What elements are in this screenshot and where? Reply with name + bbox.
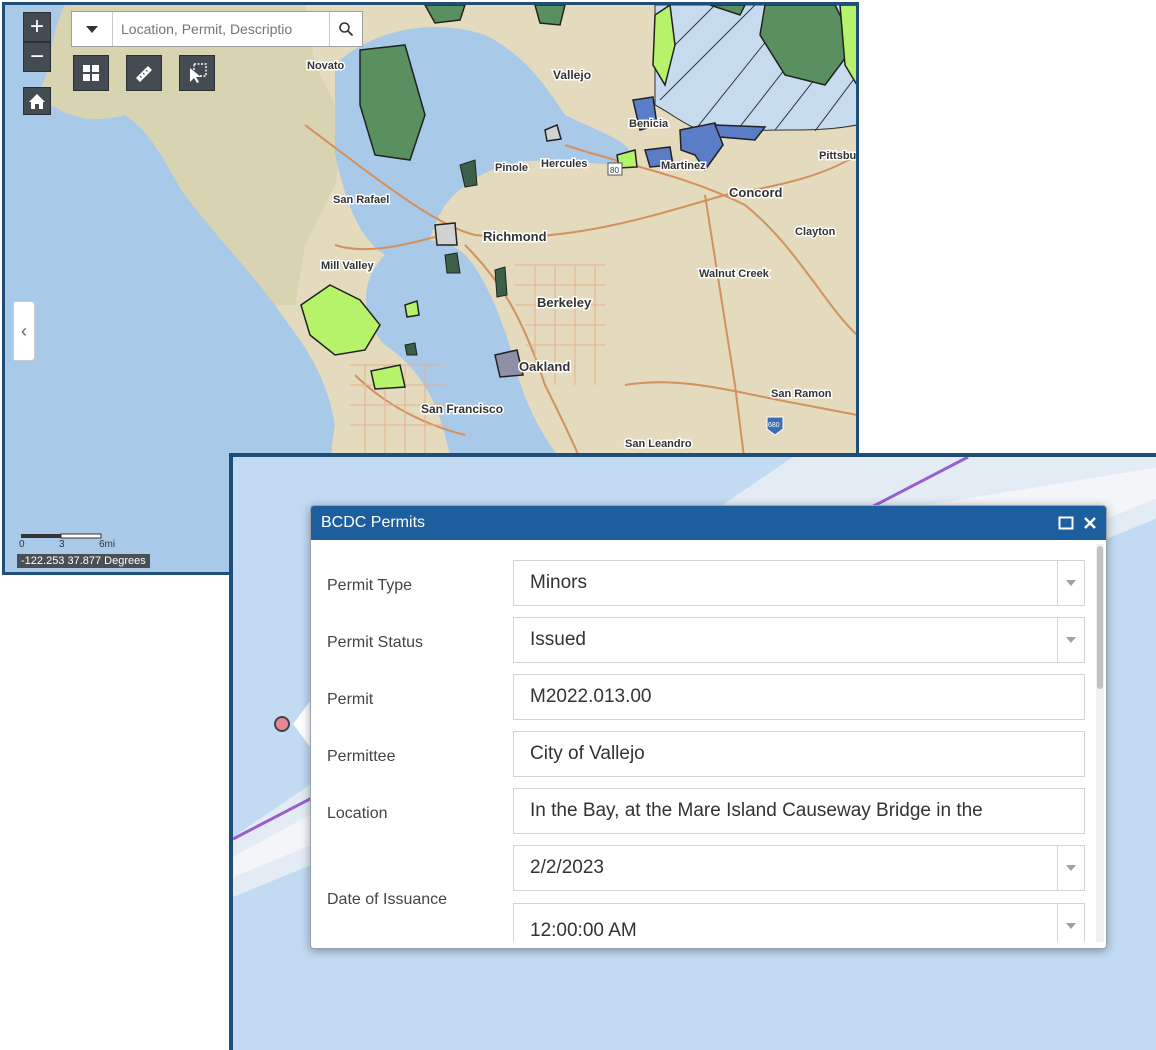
search-icon (339, 22, 354, 37)
popup-scrollbar-thumb[interactable] (1097, 546, 1103, 689)
permit-type-value: Minors (530, 572, 588, 593)
label-san-rafael: San Rafael (333, 194, 389, 206)
caret-down-icon (86, 26, 98, 33)
route-80-label: 80 (610, 166, 619, 175)
location-value: In the Bay, at the Mare Island Causeway … (530, 800, 983, 821)
issuance-time-value: 12:00:00 AM (530, 920, 637, 941)
location-field[interactable]: In the Bay, at the Mare Island Causeway … (513, 788, 1085, 834)
label-location: Location (327, 805, 388, 822)
label-date-of-issuance: Date of Issuance (327, 891, 448, 908)
home-icon (29, 94, 45, 109)
issuance-date-picker[interactable]: 2/2/2023 (513, 845, 1085, 891)
measure-button[interactable] (126, 55, 162, 91)
search-button[interactable] (329, 12, 362, 46)
chevron-down-icon (1066, 580, 1076, 586)
scalebar-tick-0: 0 (19, 539, 25, 547)
permit-type-select[interactable]: Minors (513, 560, 1085, 606)
label-permit-status: Permit Status (327, 634, 424, 651)
permit-field[interactable]: M2022.013.00 (513, 674, 1085, 720)
label-benicia: Benicia (629, 118, 669, 130)
label-hercules: Hercules (541, 158, 587, 170)
coordinate-readout: -122.253 37.877 Degrees (17, 554, 150, 568)
zoom-out-button[interactable]: − (23, 42, 51, 72)
popup-title: BCDC Permits (321, 514, 426, 531)
scalebar-tick-2: 6mi (99, 539, 115, 547)
label-vallejo: Vallejo (553, 68, 591, 82)
label-permittee: Permittee (327, 748, 396, 765)
permit-value: M2022.013.00 (530, 686, 652, 707)
panel-collapse-tab[interactable]: ‹ (13, 301, 35, 361)
scalebar-tick-1: 3 (59, 539, 65, 547)
popup-pointer (293, 700, 311, 748)
permit-status-select[interactable]: Issued (513, 617, 1085, 663)
label-san-ramon: San Ramon (771, 388, 832, 400)
permittee-field[interactable]: City of Vallejo (513, 731, 1085, 777)
label-permit-type: Permit Type (327, 577, 413, 594)
basemap-gallery-button[interactable] (73, 55, 109, 91)
zoom-in-button[interactable]: + (23, 12, 51, 42)
select-icon (190, 63, 207, 83)
label-san-leandro: San Leandro (625, 438, 692, 450)
label-clayton: Clayton (795, 226, 836, 238)
permit-status-value: Issued (530, 629, 586, 650)
basemap-gallery-icon (83, 65, 99, 81)
popup-bottom-fade (311, 942, 1106, 948)
issuance-date-dropdown-toggle[interactable] (1057, 846, 1084, 890)
chevron-down-icon (1066, 923, 1076, 929)
issuance-date-value: 2/2/2023 (530, 857, 604, 878)
permittee-value: City of Vallejo (530, 743, 645, 764)
permit-point-marker[interactable] (274, 716, 290, 732)
label-oakland: Oakland (519, 359, 570, 374)
label-pittsburg: Pittsbu (819, 150, 856, 162)
popup-header: BCDC Permits (311, 506, 1106, 540)
label-novato: Novato (307, 60, 345, 72)
home-button[interactable] (23, 87, 51, 115)
label-concord: Concord (729, 185, 783, 200)
select-button[interactable] (179, 55, 215, 91)
permit-type-dropdown-toggle[interactable] (1057, 561, 1084, 605)
measure-icon (136, 66, 152, 82)
label-san-francisco: San Francisco (421, 402, 503, 416)
label-berkeley: Berkeley (537, 295, 592, 310)
maximize-icon[interactable] (1058, 516, 1074, 530)
label-pinole: Pinole (495, 162, 528, 174)
search-input[interactable] (113, 21, 329, 37)
label-permit: Permit (327, 691, 374, 708)
label-walnut-creek: Walnut Creek (699, 268, 770, 280)
route-680-label: 680 (768, 422, 780, 429)
chevron-down-icon (1066, 865, 1076, 871)
chevron-down-icon (1066, 637, 1076, 643)
label-martinez: Martinez (661, 160, 706, 172)
permit-status-dropdown-toggle[interactable] (1057, 618, 1084, 662)
popup-body: Permit Type Minors Permit Status Issued … (311, 540, 1106, 948)
search-source-dropdown[interactable] (72, 12, 113, 46)
chevron-left-icon: ‹ (21, 320, 27, 341)
label-richmond: Richmond (483, 229, 547, 244)
permit-popup[interactable]: BCDC Permits Permit Type Minors Permit S… (310, 505, 1107, 949)
label-mill-valley: Mill Valley (321, 260, 374, 272)
close-icon[interactable] (1082, 515, 1098, 531)
search-box[interactable] (71, 11, 363, 47)
popup-actions (1058, 515, 1098, 531)
scalebar: 0 3 6mi (19, 533, 115, 547)
